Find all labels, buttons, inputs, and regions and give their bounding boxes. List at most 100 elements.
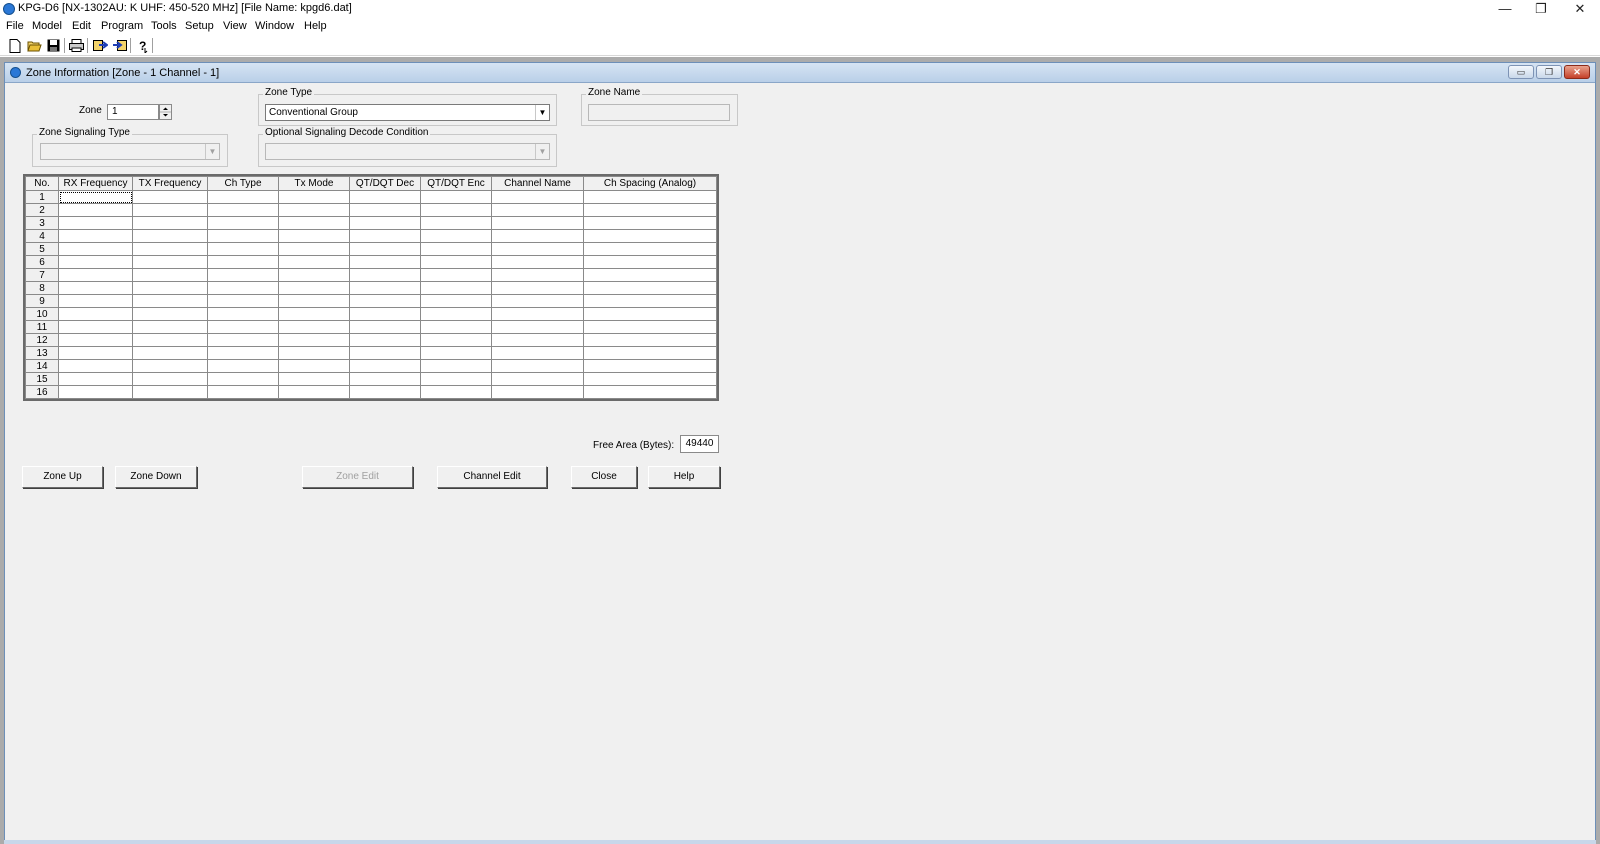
table-row[interactable]: 16 [25, 385, 717, 399]
grid-cell[interactable] [583, 307, 717, 321]
write-to-radio-icon[interactable] [111, 38, 127, 53]
grid-cell[interactable] [349, 242, 421, 256]
column-header-tx-mode[interactable]: Tx Mode [278, 176, 350, 191]
grid-cell[interactable] [207, 216, 279, 230]
grid-cell[interactable] [491, 333, 584, 347]
zone-edit-button[interactable]: Zone Edit [302, 466, 413, 488]
save-disk-icon[interactable] [45, 38, 61, 53]
grid-cell[interactable] [278, 190, 350, 204]
minimize-button[interactable]: — [1487, 0, 1523, 18]
grid-cell[interactable] [58, 385, 133, 399]
grid-cell[interactable] [58, 229, 133, 243]
grid-cell[interactable] [278, 242, 350, 256]
grid-cell[interactable] [491, 203, 584, 217]
read-from-radio-icon[interactable] [92, 38, 108, 53]
grid-cell[interactable] [583, 190, 717, 204]
grid-cell[interactable] [58, 333, 133, 347]
table-row[interactable]: 3 [25, 216, 717, 230]
print-icon[interactable] [68, 38, 84, 53]
column-header-qt-dqt-enc[interactable]: QT/DQT Enc [420, 176, 492, 191]
grid-cell[interactable] [58, 359, 133, 373]
child-window-icon[interactable] [10, 67, 21, 78]
grid-cell[interactable] [420, 242, 492, 256]
grid-cell[interactable] [491, 255, 584, 269]
grid-cell[interactable] [132, 190, 208, 204]
grid-cell[interactable] [132, 268, 208, 282]
column-header-no[interactable]: No. [25, 176, 59, 191]
grid-cell[interactable] [349, 268, 421, 282]
zone-spinner[interactable] [159, 104, 172, 120]
optional-signaling-select[interactable]: ▼ [265, 143, 550, 160]
grid-cell[interactable] [349, 320, 421, 334]
grid-cell[interactable] [58, 307, 133, 321]
grid-cell[interactable] [420, 216, 492, 230]
grid-cell[interactable] [349, 346, 421, 360]
grid-cell[interactable] [583, 281, 717, 295]
table-row[interactable]: 14 [25, 359, 717, 373]
grid-cell[interactable] [207, 372, 279, 386]
grid-cell[interactable] [420, 385, 492, 399]
channel-edit-button[interactable]: Channel Edit [437, 466, 547, 488]
menu-model[interactable]: Model [32, 20, 62, 32]
zone-name-field[interactable] [588, 104, 730, 121]
grid-cell[interactable] [132, 320, 208, 334]
grid-cell[interactable] [207, 359, 279, 373]
grid-cell[interactable] [207, 242, 279, 256]
grid-cell[interactable] [58, 268, 133, 282]
grid-cell[interactable] [132, 359, 208, 373]
grid-cell[interactable] [420, 320, 492, 334]
grid-cell[interactable] [132, 294, 208, 308]
grid-cell[interactable] [349, 359, 421, 373]
grid-cell[interactable] [583, 255, 717, 269]
grid-cell[interactable] [583, 320, 717, 334]
grid-cell[interactable] [491, 320, 584, 334]
grid-cell[interactable] [132, 307, 208, 321]
grid-cell[interactable] [420, 359, 492, 373]
grid-cell[interactable] [420, 268, 492, 282]
grid-cell[interactable] [207, 255, 279, 269]
child-restore-button[interactable]: ❐ [1536, 65, 1562, 79]
column-header-rx-frequency[interactable]: RX Frequency [58, 176, 133, 191]
chevron-down-icon[interactable]: ▼ [535, 144, 549, 159]
grid-cell[interactable] [583, 359, 717, 373]
app-icon[interactable] [3, 3, 15, 15]
new-file-icon[interactable] [7, 38, 23, 53]
table-row[interactable]: 7 [25, 268, 717, 282]
grid-cell[interactable] [278, 346, 350, 360]
grid-cell[interactable] [583, 385, 717, 399]
menu-program[interactable]: Program [101, 20, 143, 32]
grid-cell[interactable] [491, 294, 584, 308]
grid-cell[interactable] [420, 281, 492, 295]
grid-cell[interactable] [132, 203, 208, 217]
grid-cell[interactable] [207, 333, 279, 347]
zone-type-select[interactable]: Conventional Group ▼ [265, 104, 550, 121]
grid-cell[interactable] [420, 307, 492, 321]
menu-tools[interactable]: Tools [151, 20, 177, 32]
grid-cell[interactable] [58, 372, 133, 386]
close-button[interactable]: ✕ [1562, 0, 1598, 18]
grid-cell[interactable] [58, 242, 133, 256]
grid-cell[interactable] [420, 333, 492, 347]
grid-cell[interactable] [420, 372, 492, 386]
grid-cell[interactable] [583, 229, 717, 243]
grid-cell[interactable] [58, 346, 133, 360]
child-minimize-button[interactable]: ▭ [1508, 65, 1534, 79]
grid-cell[interactable] [420, 255, 492, 269]
grid-cell[interactable] [207, 385, 279, 399]
channel-grid[interactable]: No. RX Frequency TX Frequency Ch Type Tx… [23, 174, 719, 401]
grid-cell[interactable] [491, 268, 584, 282]
grid-cell[interactable] [207, 229, 279, 243]
grid-cell[interactable] [207, 281, 279, 295]
grid-cell[interactable] [132, 346, 208, 360]
column-header-tx-frequency[interactable]: TX Frequency [132, 176, 208, 191]
grid-cell[interactable] [58, 203, 133, 217]
maximize-button[interactable]: ❐ [1523, 0, 1559, 18]
menu-setup[interactable]: Setup [185, 20, 214, 32]
grid-cell[interactable] [491, 190, 584, 204]
table-row[interactable]: 4 [25, 229, 717, 243]
grid-cell[interactable] [491, 346, 584, 360]
grid-cell[interactable] [207, 268, 279, 282]
grid-cell[interactable] [349, 281, 421, 295]
table-row[interactable]: 9 [25, 294, 717, 308]
grid-cell[interactable] [420, 346, 492, 360]
